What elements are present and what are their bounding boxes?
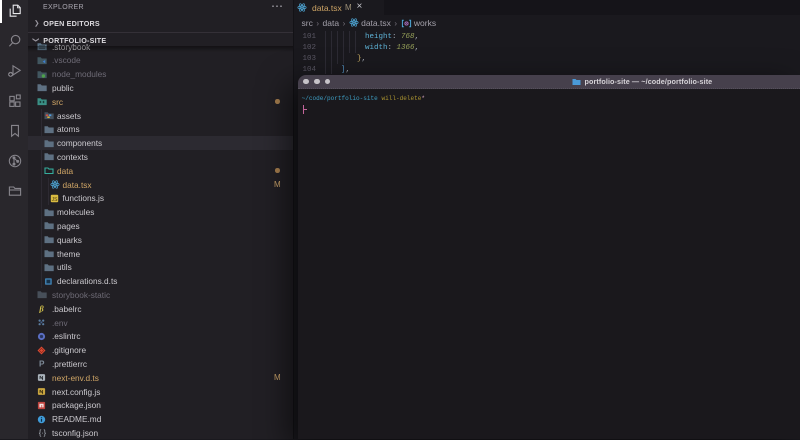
- svg-text:JS: JS: [51, 197, 58, 203]
- svg-text:P: P: [39, 360, 45, 369]
- svg-text:{·}: {·}: [39, 428, 47, 437]
- svg-text:β: β: [38, 305, 44, 314]
